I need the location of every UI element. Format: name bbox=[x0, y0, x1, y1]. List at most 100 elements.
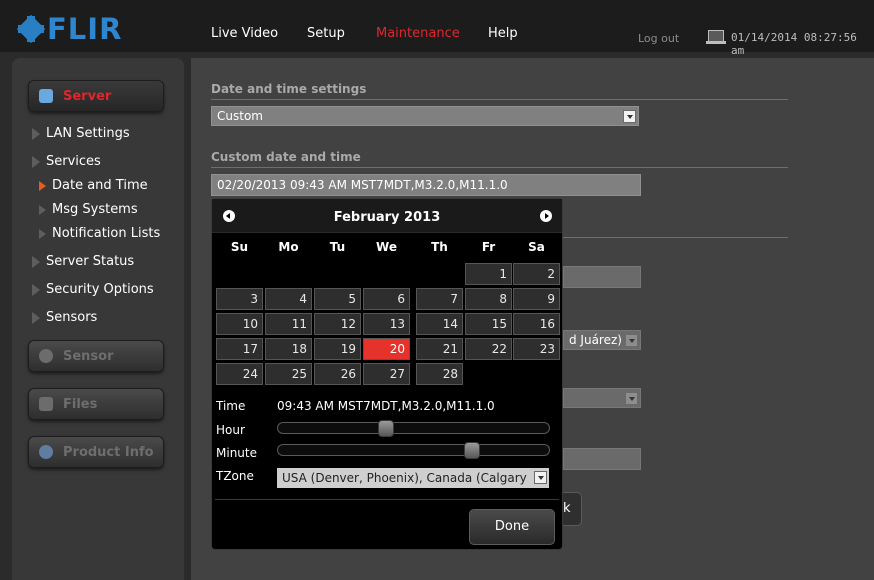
chevron-down-icon[interactable] bbox=[625, 392, 638, 405]
time-label: Time bbox=[216, 399, 246, 413]
date-picker-popup: February 2013 Su Mo Tu We Th Fr Sa 1 2 3 4 5 6 7 8 9 10… bbox=[211, 198, 563, 550]
hour-slider-handle[interactable] bbox=[378, 420, 394, 437]
date-picker-header: February 2013 bbox=[212, 199, 562, 233]
sidebar-item-services[interactable]: Services bbox=[32, 154, 101, 169]
calendar-day[interactable]: 22 bbox=[465, 338, 512, 360]
system-datetime: 01/14/2014 08:27:56 am bbox=[731, 31, 857, 57]
minute-slider[interactable] bbox=[277, 442, 550, 459]
info-icon bbox=[39, 445, 53, 459]
sidebar-item-label: LAN Settings bbox=[46, 126, 130, 141]
calendar-day[interactable]: 6 bbox=[363, 288, 410, 310]
hour-slider[interactable] bbox=[277, 420, 550, 437]
sidebar-server-button[interactable]: Server bbox=[28, 80, 164, 112]
calendar-day[interactable]: 25 bbox=[265, 363, 312, 385]
minute-label: Minute bbox=[216, 446, 257, 460]
nav-setup[interactable]: Setup bbox=[307, 26, 345, 41]
calendar-day[interactable]: 18 bbox=[265, 338, 312, 360]
calendar-day[interactable]: 11 bbox=[265, 313, 312, 335]
sidebar-item-notification-lists[interactable]: Notification Lists bbox=[39, 226, 160, 241]
calendar-day[interactable]: 8 bbox=[465, 288, 512, 310]
calendar-day[interactable]: 16 bbox=[513, 313, 560, 335]
sidebar-item-lan-settings[interactable]: LAN Settings bbox=[32, 126, 130, 141]
calendar-day[interactable]: 19 bbox=[314, 338, 361, 360]
calendar-day-selected[interactable]: 20 bbox=[363, 338, 410, 360]
calendar-day[interactable]: 4 bbox=[265, 288, 312, 310]
chevron-right-icon bbox=[39, 228, 46, 239]
calendar-day[interactable]: 17 bbox=[216, 338, 263, 360]
camera-icon bbox=[39, 349, 53, 363]
calendar-day[interactable]: 1 bbox=[465, 263, 512, 285]
chevron-down-icon[interactable] bbox=[623, 110, 636, 123]
chevron-right-icon bbox=[39, 204, 46, 215]
chevron-right-icon bbox=[32, 155, 40, 168]
sidebar-item-label: Server Status bbox=[46, 254, 135, 269]
nav-live-video[interactable]: Live Video bbox=[211, 26, 278, 41]
chevron-right-icon bbox=[32, 255, 40, 268]
calendar-day[interactable]: 7 bbox=[416, 288, 463, 310]
sidebar-sensor-button[interactable]: Sensor bbox=[28, 340, 164, 372]
chevron-down-icon[interactable] bbox=[534, 471, 547, 484]
sidebar-product-info-button[interactable]: Product Info bbox=[28, 436, 164, 468]
calendar-day[interactable]: 14 bbox=[416, 313, 463, 335]
sidebar-product-info-label: Product Info bbox=[63, 444, 154, 460]
calendar-day[interactable]: 26 bbox=[314, 363, 361, 385]
calendar-day[interactable]: 24 bbox=[216, 363, 263, 385]
laptop-icon bbox=[706, 30, 726, 44]
tzone-value: USA (Denver, Phoenix), Canada (Calgary bbox=[282, 471, 527, 485]
chevron-right-icon bbox=[32, 127, 40, 140]
brand-name: FLIR bbox=[47, 12, 123, 46]
day-of-week-label: Th bbox=[431, 240, 448, 254]
sidebar-item-msg-systems[interactable]: Msg Systems bbox=[39, 202, 138, 217]
sidebar-files-label: Files bbox=[63, 396, 98, 412]
top-bar: FLIR Live Video Setup Maintenance Help L… bbox=[0, 0, 874, 57]
nav-help[interactable]: Help bbox=[488, 26, 518, 41]
timezone-partial-value: d Juárez) bbox=[569, 333, 622, 347]
sidebar-item-label: Msg Systems bbox=[52, 202, 138, 217]
hidden-select-2[interactable] bbox=[563, 388, 641, 408]
calendar-day[interactable]: 2 bbox=[513, 263, 560, 285]
date-time-mode-select[interactable]: Custom bbox=[211, 106, 639, 126]
time-value: 09:43 AM MST7MDT,M3.2.0,M11.1.0 bbox=[277, 399, 495, 413]
day-of-week-label: Sa bbox=[528, 240, 545, 254]
sidebar-item-label: Security Options bbox=[46, 282, 154, 297]
day-of-week-label: Fr bbox=[481, 240, 496, 254]
chevron-down-icon[interactable] bbox=[625, 334, 638, 347]
minute-slider-handle[interactable] bbox=[464, 442, 480, 459]
done-button[interactable]: Done bbox=[469, 509, 555, 545]
day-of-week-label: Mo bbox=[278, 240, 299, 254]
calendar-day[interactable]: 21 bbox=[416, 338, 463, 360]
server-icon bbox=[39, 89, 53, 103]
sidebar-item-security-options[interactable]: Security Options bbox=[32, 282, 154, 297]
sidebar-item-date-and-time[interactable]: Date and Time bbox=[39, 178, 148, 193]
calendar-day[interactable]: 3 bbox=[216, 288, 263, 310]
hidden-input-1[interactable] bbox=[563, 266, 641, 288]
custom-date-time-input[interactable]: 02/20/2013 09:43 AM MST7MDT,M3.2.0,M11.1… bbox=[211, 174, 641, 196]
apply-button-label: k bbox=[563, 501, 571, 516]
calendar-day[interactable]: 23 bbox=[513, 338, 560, 360]
sidebar-item-sensors[interactable]: Sensors bbox=[32, 310, 97, 325]
calendar-day[interactable]: 9 bbox=[513, 288, 560, 310]
date-time-mode-value: Custom bbox=[217, 109, 263, 123]
hidden-input-2[interactable] bbox=[563, 448, 641, 470]
nav-maintenance[interactable]: Maintenance bbox=[376, 26, 460, 41]
next-month-icon[interactable] bbox=[540, 210, 552, 222]
sidebar-files-button[interactable]: Files bbox=[28, 388, 164, 420]
calendar-day[interactable]: 10 bbox=[216, 313, 263, 335]
file-icon bbox=[39, 397, 53, 411]
month-title: February 2013 bbox=[333, 210, 441, 225]
sidebar-item-label: Sensors bbox=[46, 310, 98, 325]
tzone-label: TZone bbox=[216, 469, 254, 483]
calendar-day[interactable]: 5 bbox=[314, 288, 361, 310]
tzone-select[interactable]: USA (Denver, Phoenix), Canada (Calgary bbox=[277, 468, 549, 488]
sidebar-item-server-status[interactable]: Server Status bbox=[32, 254, 134, 269]
calendar-day[interactable]: 27 bbox=[363, 363, 410, 385]
chevron-right-icon bbox=[32, 283, 40, 296]
logout-link[interactable]: Log out bbox=[638, 32, 679, 45]
timezone-select[interactable]: d Juárez) bbox=[563, 330, 641, 350]
calendar-day[interactable]: 13 bbox=[363, 313, 410, 335]
calendar-day[interactable]: 28 bbox=[416, 363, 463, 385]
calendar-day[interactable]: 15 bbox=[465, 313, 512, 335]
calendar-day[interactable]: 12 bbox=[314, 313, 361, 335]
flir-logo: FLIR bbox=[16, 12, 123, 46]
day-of-week-label: Tu bbox=[329, 240, 346, 254]
